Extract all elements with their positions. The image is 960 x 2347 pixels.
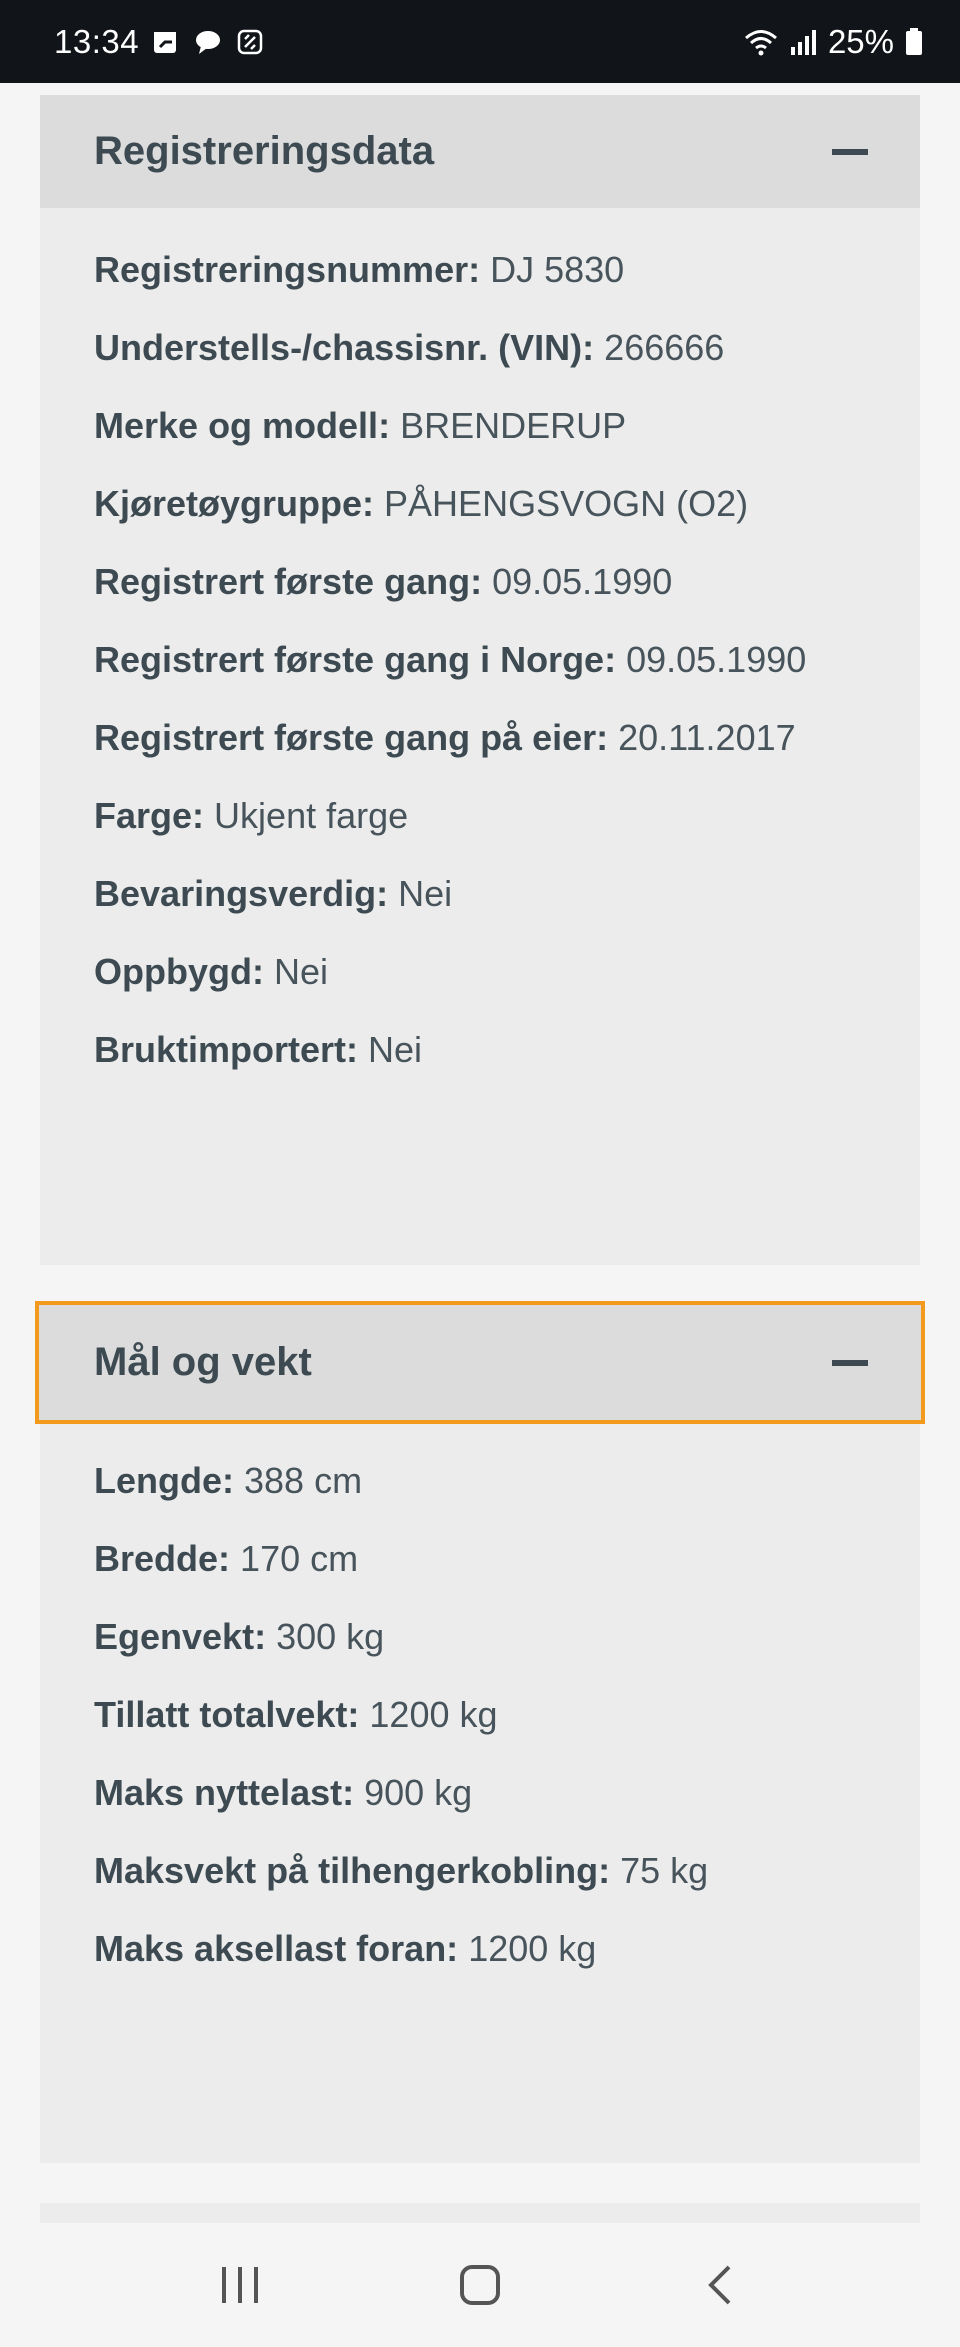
field-value: 1200 kg xyxy=(468,1928,597,1969)
field-row: Maks nyttelast: 900 kg xyxy=(94,1754,708,1832)
home-icon xyxy=(460,2265,500,2305)
field-value: PÅHENGSVOGN (O2) xyxy=(384,483,749,524)
field-label: Tillatt totalvekt: xyxy=(94,1694,360,1735)
field-row: Lengde: 388 cm xyxy=(94,1442,708,1520)
field-value: 20.11.2017 xyxy=(618,717,796,758)
section-registreringsdata: Registreringsdata Registreringsnummer: D… xyxy=(40,95,920,1265)
recent-apps-icon xyxy=(222,2267,258,2303)
signal-icon xyxy=(790,29,816,55)
field-label: Bruktimportert: xyxy=(94,1029,359,1070)
field-label: Egenvekt: xyxy=(94,1616,267,1657)
field-label: Oppbygd: xyxy=(94,951,264,992)
section-title: Registreringsdata xyxy=(94,129,435,173)
field-value: Nei xyxy=(398,873,453,914)
section-header-registreringsdata[interactable]: Registreringsdata xyxy=(40,95,920,208)
field-row: Egenvekt: 300 kg xyxy=(94,1598,708,1676)
back-button[interactable] xyxy=(660,2245,780,2325)
field-row: Registrert første gang på eier: 20.11.20… xyxy=(94,699,806,777)
field-label: Farge: xyxy=(94,795,205,836)
field-value: 266666 xyxy=(604,327,725,368)
field-label: Registrert første gang i Norge: xyxy=(94,639,617,680)
field-value: Nei xyxy=(273,951,329,992)
field-row: Registreringsnummer: DJ 5830 xyxy=(94,231,806,309)
field-row: Farge: Ukjent farge xyxy=(94,777,806,855)
field-value: 75 kg xyxy=(620,1850,709,1891)
battery-icon xyxy=(906,27,922,55)
copilot-icon xyxy=(237,29,263,54)
home-button[interactable] xyxy=(420,2245,540,2325)
field-label: Lengde: xyxy=(94,1460,234,1501)
field-value: Nei xyxy=(368,1029,423,1070)
field-row: Kjøretøygruppe: PÅHENGSVOGN (O2) xyxy=(94,465,806,543)
field-value: 09.05.1990 xyxy=(626,639,807,680)
field-label: Kjøretøygruppe: xyxy=(94,483,375,524)
field-label: Maksvekt på tilhengerkobling: xyxy=(94,1850,611,1891)
field-list: Registreringsnummer: DJ 5830 Understells… xyxy=(94,231,806,1089)
field-value: 170 cm xyxy=(240,1538,359,1579)
field-row: Oppbygd: Nei xyxy=(94,933,806,1011)
field-label: Bredde: xyxy=(94,1538,231,1579)
field-label: Registrert første gang: xyxy=(94,561,483,602)
field-label: Registrert første gang på eier: xyxy=(94,717,609,758)
back-icon xyxy=(708,2265,731,2305)
calendar-notification-icon xyxy=(154,31,177,53)
field-label: Maks aksellast foran: xyxy=(94,1928,459,1969)
field-value: 900 kg xyxy=(364,1772,473,1813)
field-row: Bredde: 170 cm xyxy=(94,1520,708,1598)
status-left: 13:34 xyxy=(54,23,265,61)
field-value: 1200 kg xyxy=(369,1694,498,1735)
navigation-bar xyxy=(0,2223,960,2347)
field-row: Maks aksellast foran: 1200 kg xyxy=(94,1910,708,1988)
field-label: Maks nyttelast: xyxy=(94,1772,355,1813)
battery-percentage: 25% xyxy=(827,22,894,60)
main-content[interactable]: Registreringsdata Registreringsnummer: D… xyxy=(0,83,960,2223)
field-row: Registrert første gang: 09.05.1990 xyxy=(94,543,806,621)
field-value: Ukjent farge xyxy=(214,795,409,836)
field-row: Bruktimportert: Nei xyxy=(94,1011,806,1089)
field-value: 388 cm xyxy=(244,1460,363,1501)
section-title: Mål og vekt xyxy=(94,1340,312,1384)
field-value: DJ 5830 xyxy=(490,249,625,290)
status-right: 25% xyxy=(744,23,924,61)
field-label: Registreringsnummer: xyxy=(94,249,481,290)
collapse-minus-icon xyxy=(832,148,868,155)
field-row: Bevaringsverdig: Nei xyxy=(94,855,806,933)
recent-apps-button[interactable] xyxy=(180,2245,300,2325)
field-value: 300 kg xyxy=(276,1616,385,1657)
field-row: Maksvekt på tilhengerkobling: 75 kg xyxy=(94,1832,708,1910)
section-mal-og-vekt: Mål og vekt Lengde: 388 cm Bredde: 170 c… xyxy=(35,1301,925,2163)
chat-icon xyxy=(196,30,221,54)
field-row: Merke og modell: BRENDERUP xyxy=(94,387,806,465)
field-value: 09.05.1990 xyxy=(492,561,673,602)
field-label: Understells-/chassisnr. (VIN): xyxy=(94,327,595,368)
status-bar: 13:34 25% xyxy=(0,0,960,83)
status-time: 13:34 xyxy=(54,22,140,60)
field-list: Lengde: 388 cm Bredde: 170 cm Egenvekt: … xyxy=(94,1442,708,1988)
field-value: BRENDERUP xyxy=(400,405,627,446)
field-label: Bevaringsverdig: xyxy=(94,873,389,914)
field-row: Understells-/chassisnr. (VIN): 266666 xyxy=(94,309,806,387)
section-header-mal-og-vekt[interactable]: Mål og vekt xyxy=(35,1301,925,1424)
field-row: Registrert første gang i Norge: 09.05.19… xyxy=(94,621,806,699)
field-label: Merke og modell: xyxy=(94,405,391,446)
field-row: Tillatt totalvekt: 1200 kg xyxy=(94,1676,708,1754)
collapse-minus-icon xyxy=(832,1359,868,1366)
wifi-icon xyxy=(744,29,777,55)
section-next-partial xyxy=(40,2203,920,2223)
